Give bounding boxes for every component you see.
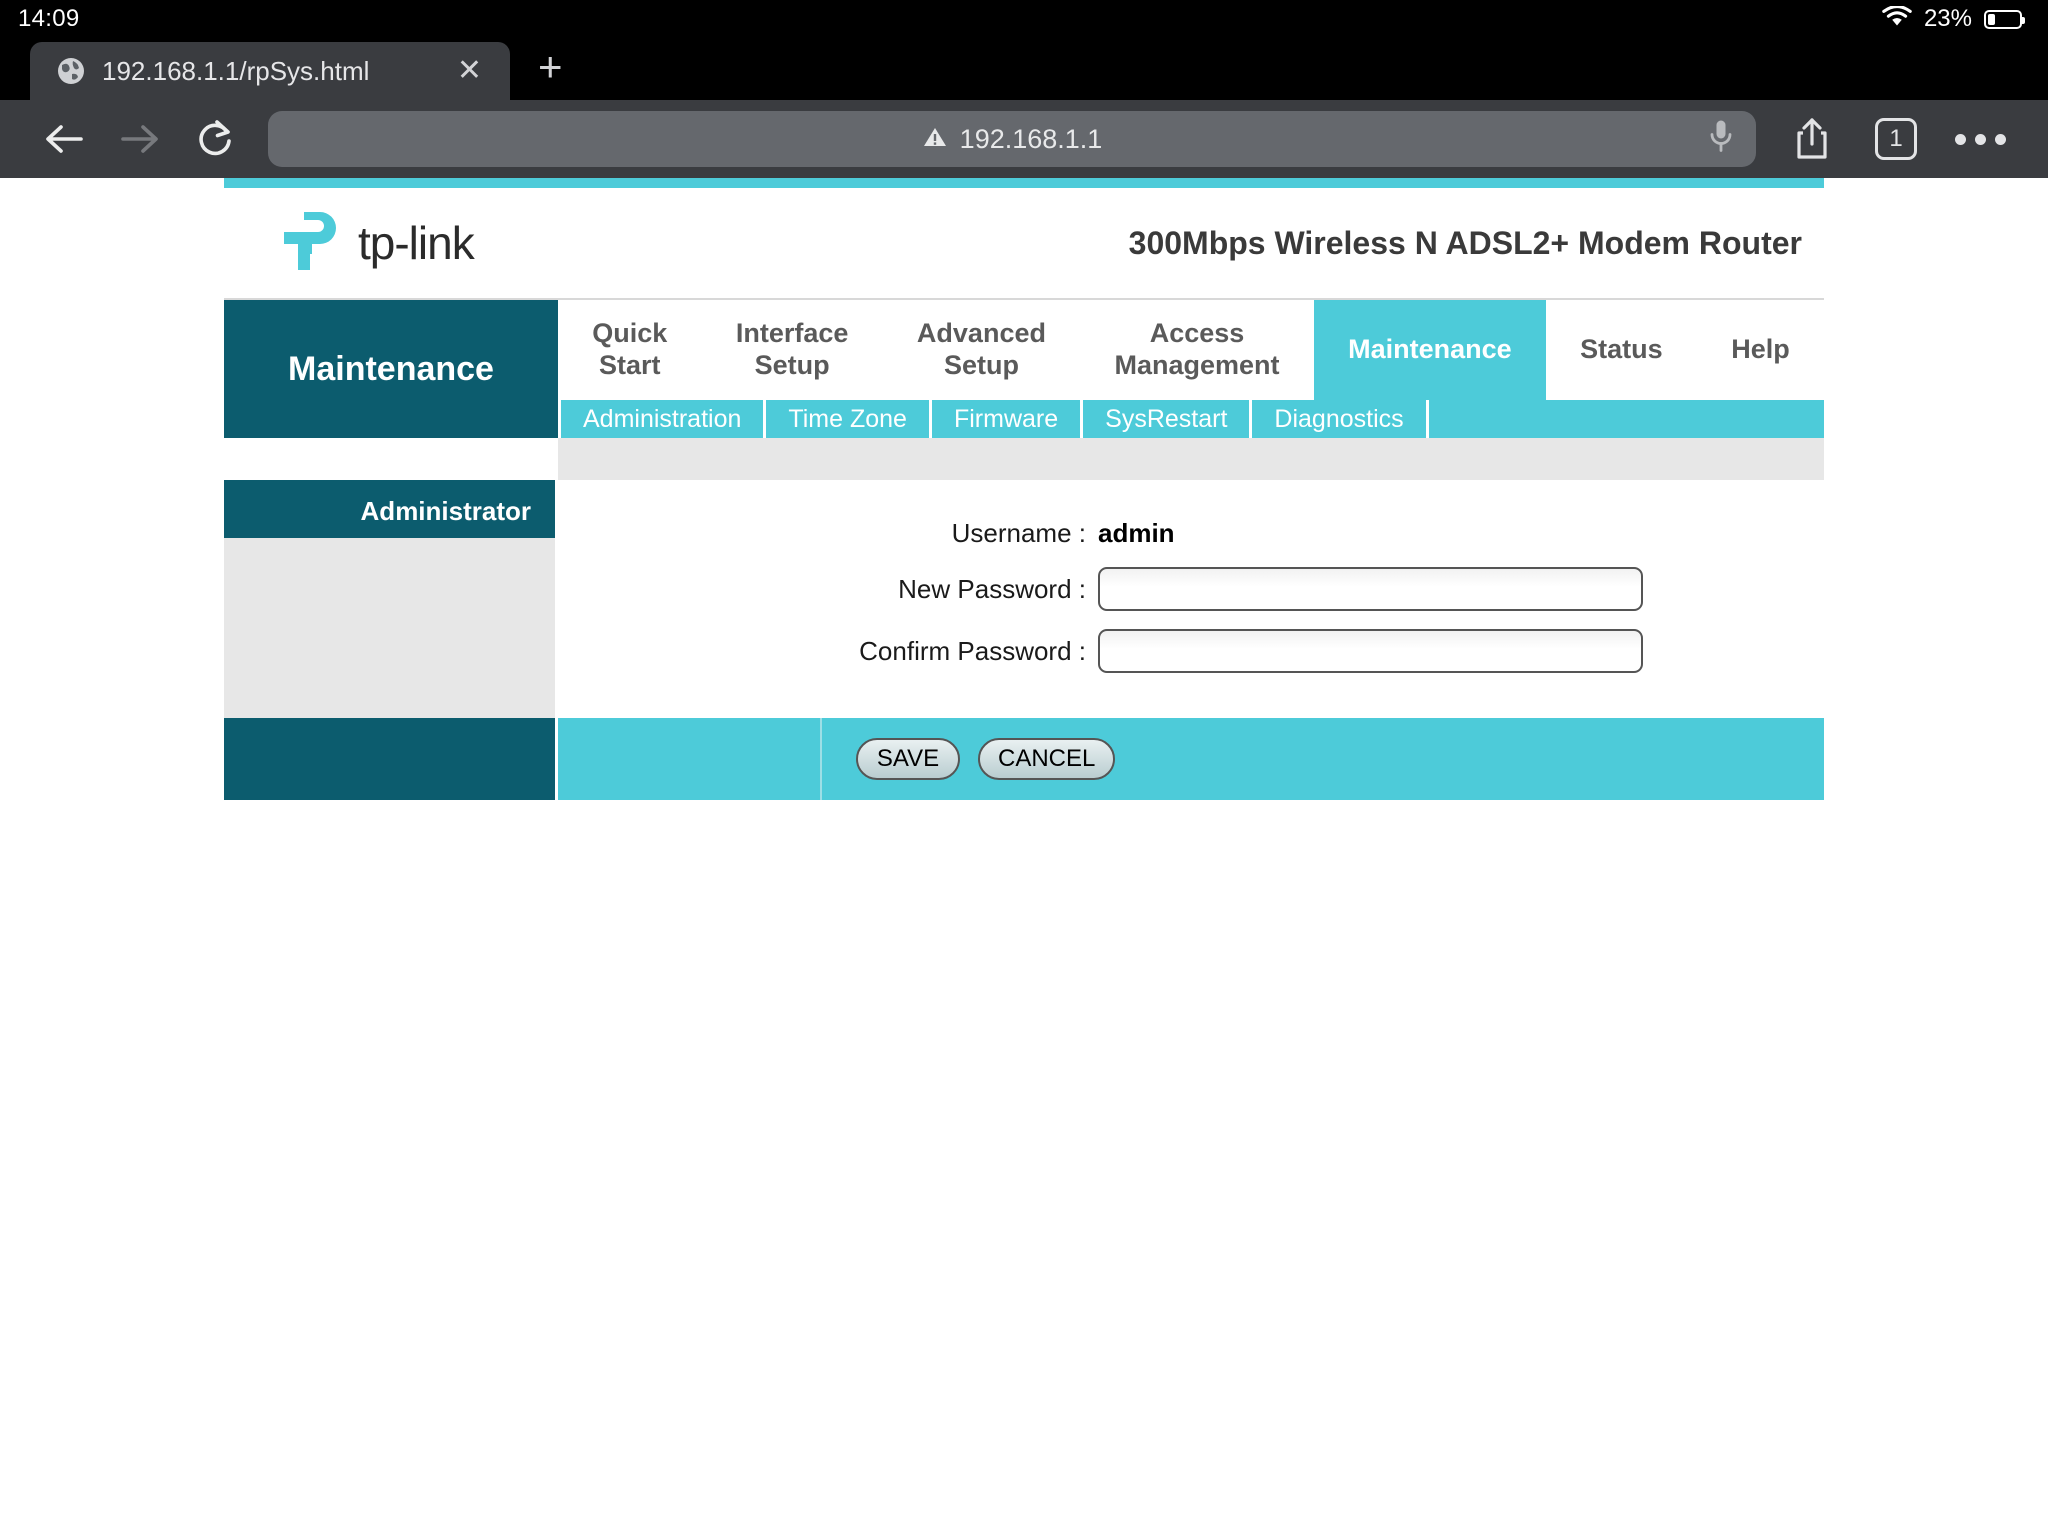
router-admin-ui: tp-link 300Mbps Wireless N ADSL2+ Modem … — [224, 178, 1824, 800]
browser-tab-title: 192.168.1.1/rpSys.html — [102, 55, 370, 86]
tab-help[interactable]: Help — [1697, 300, 1824, 400]
globe-icon — [56, 56, 86, 86]
tab-count-label: 1 — [1875, 118, 1917, 160]
tab-label-line2: Management — [1114, 350, 1280, 380]
tab-label-line1: Quick — [592, 318, 668, 349]
confirm-password-label: Confirm Password : — [859, 635, 1086, 666]
administrator-form: Username : admin New Password : Confirm … — [558, 480, 1824, 718]
tab-interface-setup[interactable]: Interface Setup — [702, 300, 883, 400]
tab-label-line2: Setup — [754, 350, 830, 380]
tab-label-line2: Start — [599, 350, 661, 380]
footer-divider — [820, 718, 822, 800]
back-arrow-icon[interactable] — [26, 119, 102, 159]
new-password-input[interactable] — [1098, 567, 1643, 611]
subtab-filler — [1429, 400, 1824, 438]
tab-advanced-setup[interactable]: Advanced Setup — [883, 300, 1081, 400]
sub-tab-bar: Administration Time Zone Firmware SysRes… — [558, 400, 1824, 438]
tab-label-line1: Status — [1580, 334, 1663, 365]
status-bar-indicators: 23% — [1882, 4, 2025, 33]
product-name: 300Mbps Wireless N ADSL2+ Modem Router — [1128, 224, 1802, 261]
navigation-area: Maintenance Quick Start Interface Setup … — [224, 300, 1824, 438]
tp-link-wordmark: tp-link — [358, 217, 475, 269]
close-icon[interactable]: ✕ — [451, 56, 488, 86]
address-bar[interactable]: 192.168.1.1 — [268, 111, 1756, 167]
confirm-password-input[interactable] — [1098, 629, 1643, 673]
tab-label-line2: Setup — [943, 350, 1019, 380]
nav-column: Quick Start Interface Setup Advanced Set… — [558, 300, 1824, 438]
tab-status[interactable]: Status — [1546, 300, 1697, 400]
tp-link-logo: tp-link — [274, 206, 475, 281]
browser-tab[interactable]: 192.168.1.1/rpSys.html ✕ — [30, 42, 510, 100]
cancel-button[interactable]: CANCEL — [978, 738, 1116, 780]
subtab-diagnostics[interactable]: Diagnostics — [1252, 400, 1429, 438]
battery-icon — [1984, 9, 2025, 29]
content-top-spacer — [224, 438, 1824, 480]
tp-link-mark-icon — [274, 206, 348, 281]
username-label: Username : — [951, 518, 1086, 548]
footer-sidebar — [224, 718, 558, 800]
main-tab-bar: Quick Start Interface Setup Advanced Set… — [558, 300, 1824, 400]
tab-label-line1: Advanced — [916, 318, 1046, 349]
router-header: tp-link 300Mbps Wireless N ADSL2+ Modem … — [224, 188, 1824, 300]
warning-triangle-icon — [922, 125, 948, 154]
wifi-icon — [1882, 4, 1912, 33]
sidebar-title: Maintenance — [224, 300, 558, 438]
new-tab-button[interactable]: + — [538, 46, 563, 88]
confirm-password-row: Confirm Password : — [558, 629, 1824, 673]
action-buttons: SAVE CANCEL — [856, 738, 1116, 780]
save-button[interactable]: SAVE — [856, 738, 960, 780]
forward-arrow-icon — [102, 119, 178, 159]
address-bar-url: 192.168.1.1 — [959, 123, 1103, 154]
subtab-time-zone[interactable]: Time Zone — [766, 400, 932, 438]
ios-status-bar: 14:09 23% — [0, 0, 2048, 38]
tab-access-management[interactable]: Access Management — [1080, 300, 1314, 400]
new-password-row: New Password : — [558, 567, 1824, 611]
spacer-left — [224, 438, 558, 480]
username-row: Username : admin — [558, 518, 1824, 549]
reload-icon[interactable] — [178, 117, 254, 161]
new-password-label: New Password : — [898, 573, 1086, 604]
subtab-administration[interactable]: Administration — [558, 400, 767, 438]
tab-label-line1: Maintenance — [1348, 334, 1512, 365]
battery-percent-label: 23% — [1923, 5, 1972, 32]
username-value: admin — [1098, 518, 1175, 548]
tab-quick-start[interactable]: Quick Start — [558, 300, 702, 400]
more-options-icon[interactable] — [1938, 133, 2022, 145]
subtab-firmware[interactable]: Firmware — [932, 400, 1084, 438]
subtab-sysrestart[interactable]: SysRestart — [1083, 400, 1253, 438]
form-footer: SAVE CANCEL — [224, 718, 1824, 800]
browser-tab-strip: 192.168.1.1/rpSys.html ✕ + — [0, 38, 2048, 100]
tab-count-button[interactable]: 1 — [1854, 118, 1938, 160]
tab-maintenance[interactable]: Maintenance — [1313, 300, 1546, 400]
content-body: Administrator Username : admin New Passw… — [224, 480, 1824, 718]
web-page-content: tp-link 300Mbps Wireless N ADSL2+ Modem … — [0, 178, 2048, 1536]
spacer-right — [558, 438, 1824, 480]
tab-label-line1: Interface — [735, 318, 849, 349]
section-sidebar: Administrator — [224, 480, 558, 718]
share-icon[interactable] — [1770, 116, 1854, 162]
tab-label-line1: Access — [1149, 318, 1245, 349]
section-label-administrator: Administrator — [224, 480, 558, 538]
top-accent-bar — [224, 178, 1824, 188]
footer-actions: SAVE CANCEL — [558, 718, 1824, 800]
status-bar-clock: 14:09 — [18, 5, 80, 32]
tab-label-line1: Help — [1731, 334, 1790, 365]
browser-toolbar: 192.168.1.1 1 — [0, 100, 2048, 178]
sidebar-filler — [224, 538, 558, 718]
microphone-icon[interactable] — [1708, 118, 1734, 161]
